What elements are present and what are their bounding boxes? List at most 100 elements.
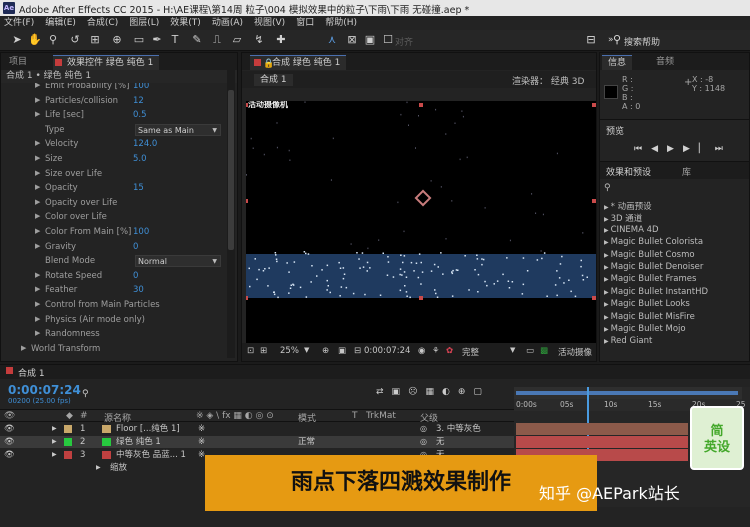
layer-row[interactable]: 👁 ▶ 1 Floor [...纯色 1] ※ ◎ 3. 中等灰色 — [0, 423, 514, 435]
effects-category-item[interactable]: ▶ Magic Bullet Colorista — [604, 237, 703, 247]
effect-property-row[interactable]: ▶ Physics (Air mode only) — [1, 314, 227, 328]
effect-controls-scrollbar[interactable] — [227, 70, 235, 358]
property-value[interactable]: 12 — [133, 96, 144, 106]
effects-category-item[interactable]: ▶ Red Giant — [604, 336, 652, 346]
shy-icon[interactable]: ☹ — [408, 387, 425, 397]
camera-tool-icon[interactable]: ⊞ — [88, 33, 102, 47]
effect-property-row[interactable]: Type Same as Main — [1, 123, 227, 138]
effect-property-row[interactable]: ▶ Randomness — [1, 328, 227, 342]
effect-property-row[interactable]: ▶ Opacity 15 — [1, 182, 227, 196]
property-value[interactable]: 100 — [133, 83, 149, 91]
snap-checkbox-icon[interactable]: ☐ — [381, 33, 395, 47]
current-time-display[interactable]: 0:00:07:24 — [364, 346, 410, 356]
expand-icon[interactable]: ▶ — [604, 338, 609, 345]
layer-parent[interactable]: 无 — [436, 436, 445, 448]
always-preview-icon[interactable]: ⊡ — [247, 346, 254, 356]
disclosure-triangle-icon[interactable]: ▶ — [35, 154, 40, 162]
show-snapshot-icon[interactable]: ⚘ — [432, 346, 440, 356]
effect-property-row[interactable]: ▶ Velocity 124.0 — [1, 138, 227, 152]
layer-name[interactable]: 绿色 纯色 1 — [116, 436, 161, 448]
grid-icon[interactable]: ⊕ — [322, 346, 329, 356]
tab-composition[interactable]: 🔒 合成 绿色 纯色 1 — [250, 55, 347, 70]
resolution-chevron-down-icon[interactable]: ▼ — [510, 346, 515, 354]
timeline-timecode[interactable]: 0:00:07:24 — [8, 383, 81, 397]
close-tab-icon[interactable] — [6, 367, 13, 374]
menu-help[interactable]: 帮助(H) — [325, 16, 357, 30]
renderer-label[interactable]: 渲染器： 经典 3D — [512, 74, 584, 87]
tab-audio[interactable]: 音频 — [650, 55, 680, 70]
snapshot-icon[interactable]: ◉ — [418, 346, 425, 356]
effects-category-item[interactable]: ▶ Magic Bullet Looks — [604, 299, 690, 309]
expand-triangle-icon[interactable]: ▶ — [52, 436, 57, 448]
search-icon[interactable]: ⚲ — [610, 33, 624, 47]
switches-header-icon[interactable]: ※ ◈ \ fx ▦ ◐ ◎ ⊙ — [196, 411, 274, 421]
expand-icon[interactable]: ▶ — [604, 252, 609, 259]
composition-mini-flowchart-icon[interactable]: ⇄ — [376, 387, 392, 397]
disclosure-triangle-icon[interactable]: ▶ — [35, 329, 40, 337]
motion-blur-icon[interactable]: ◐ — [442, 387, 458, 397]
layer-bounding-handle[interactable] — [592, 199, 596, 203]
shy-switch-icon[interactable]: ※ — [198, 436, 205, 448]
property-value[interactable]: 0.5 — [133, 110, 147, 120]
property-value[interactable]: 0 — [133, 242, 138, 252]
eye-icon[interactable]: 👁 — [4, 449, 15, 461]
layer-bounding-handle[interactable] — [246, 296, 248, 300]
hand-tool-icon[interactable]: ✋ — [28, 33, 42, 47]
expand-icon[interactable]: ▶ — [604, 204, 609, 211]
transparency-icon[interactable]: ⊟ — [354, 346, 361, 356]
graph-editor-icon[interactable]: ⊕ — [458, 387, 474, 397]
effect-property-row[interactable]: ▶ Size 5.0 — [1, 153, 227, 167]
comp-breadcrumb[interactable]: 合成 1 — [254, 74, 293, 86]
layer-row[interactable]: 👁 ▶ 2 绿色 纯色 1 ※ 正常 ◎ 无 — [0, 436, 514, 448]
puppet-pin-tool-icon[interactable]: ✚ — [274, 33, 288, 47]
brush-tool-icon[interactable]: ✎ — [190, 33, 204, 47]
property-value[interactable]: 5.0 — [133, 154, 147, 164]
layer-bounding-handle[interactable] — [419, 296, 423, 300]
label-color-swatch[interactable] — [64, 425, 72, 433]
time-navigator[interactable] — [514, 387, 742, 399]
effects-search-icon[interactable]: ⚲ — [604, 183, 611, 193]
eye-icon[interactable]: 👁 — [4, 423, 15, 435]
disclosure-triangle-icon[interactable]: ▶ — [35, 169, 40, 177]
expand-icon[interactable]: ▶ — [604, 239, 609, 246]
composition-viewer[interactable]: 活动摄像机 — [246, 101, 596, 347]
rectangle-tool-icon[interactable]: ▭ — [132, 33, 146, 47]
parent-pickwhip-icon[interactable]: ◎ — [420, 436, 427, 448]
play-icon[interactable]: ▶ — [667, 144, 683, 154]
last-frame-icon[interactable]: ⏭ — [715, 144, 732, 154]
eye-icon[interactable]: 👁 — [4, 436, 15, 448]
property-value[interactable]: 15 — [133, 183, 144, 193]
zoom-dropdown[interactable]: 25% — [280, 346, 299, 356]
menu-view[interactable]: 视图(V) — [254, 16, 285, 30]
label-icon[interactable]: ◆ — [66, 411, 73, 421]
disclosure-triangle-icon[interactable]: ▶ — [35, 183, 40, 191]
disclosure-triangle-icon[interactable]: ▶ — [35, 315, 40, 323]
pan-behind-tool-icon[interactable]: ⊕ — [110, 33, 124, 47]
effect-property-row[interactable]: ▶ Opacity over Life — [1, 197, 227, 211]
disclosure-triangle-icon[interactable]: ▶ — [35, 242, 40, 250]
workspace-icon[interactable]: ⊟ — [584, 33, 598, 47]
roto-brush-tool-icon[interactable]: ↯ — [252, 33, 266, 47]
effect-property-row[interactable]: ▶ World Transform — [1, 343, 227, 357]
layer-duration-bar[interactable] — [516, 436, 688, 448]
toggle-mask-icon[interactable]: ⊞ — [260, 346, 267, 356]
effect-property-row[interactable]: ▶ Life [sec] 0.5 — [1, 109, 227, 123]
layer-name[interactable]: 中等灰色 品蓝... 1 — [116, 449, 186, 461]
effects-category-item[interactable]: ▶ Magic Bullet Denoiser — [604, 262, 703, 272]
expand-triangle-icon[interactable]: ▶ — [52, 449, 57, 461]
zoom-tool-icon[interactable]: ⚲ — [46, 33, 60, 47]
shy-switch-icon[interactable]: ※ — [198, 423, 205, 435]
disclosure-triangle-icon[interactable]: ▶ — [35, 110, 40, 118]
draft-3d-icon[interactable]: ▣ — [392, 387, 409, 397]
fast-previews-icon[interactable]: ▭ — [526, 346, 534, 356]
close-tab-icon[interactable] — [254, 59, 261, 66]
effect-property-row[interactable]: Blend Mode Normal — [1, 255, 227, 269]
menu-window[interactable]: 窗口 — [296, 16, 314, 30]
disclosure-triangle-icon[interactable]: ▶ — [21, 344, 26, 352]
property-value[interactable]: 124.0 — [133, 139, 157, 149]
expand-icon[interactable]: ▶ — [604, 289, 609, 296]
parent-pickwhip-icon[interactable]: ◎ — [420, 423, 427, 435]
layer-bounding-handle[interactable] — [246, 199, 248, 203]
layer-bounding-handle[interactable] — [592, 296, 596, 300]
disclosure-triangle-icon[interactable]: ▶ — [35, 212, 40, 220]
